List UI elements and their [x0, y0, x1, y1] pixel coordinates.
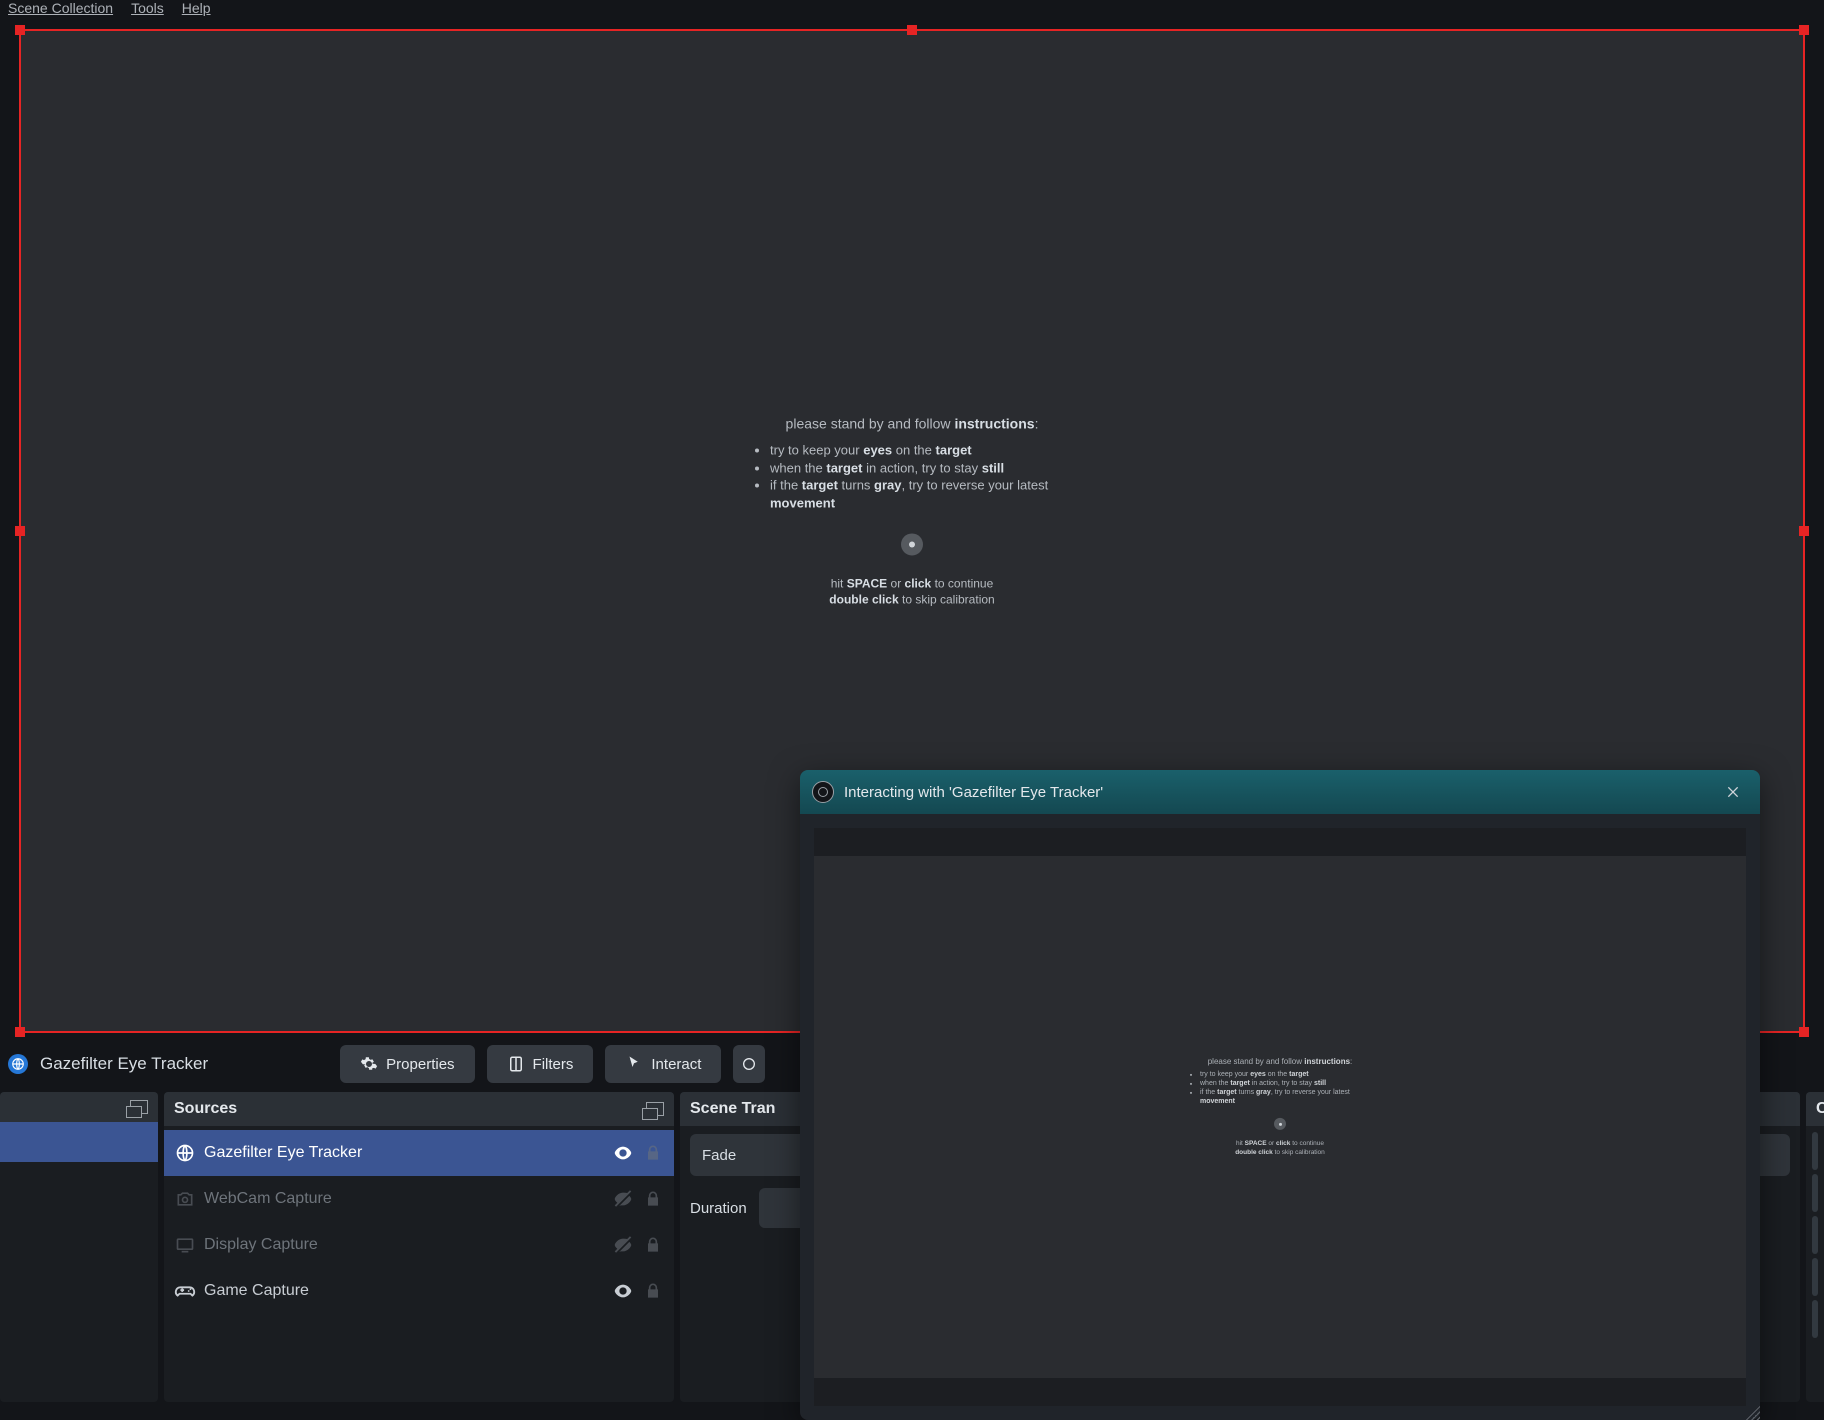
camera-icon	[174, 1188, 196, 1210]
control-button[interactable]	[1812, 1132, 1818, 1170]
text: please stand by and follow	[786, 415, 955, 431]
undock-icon[interactable]	[646, 1102, 664, 1116]
scenes-dock	[0, 1092, 158, 1402]
controls-title: Cont	[1816, 1100, 1824, 1118]
lock-toggle[interactable]	[642, 1142, 664, 1164]
filters-button[interactable]: Filters	[487, 1045, 594, 1083]
sources-dock: Sources Gazefilter Eye Tracker WebCam Cap…	[164, 1092, 674, 1402]
sources-list: Gazefilter Eye Tracker WebCam Capture Disp…	[164, 1126, 674, 1318]
resize-handle[interactable]	[15, 1027, 25, 1037]
obs-icon	[812, 781, 834, 803]
source-label: WebCam Capture	[204, 1190, 604, 1208]
resize-handle[interactable]	[1799, 1027, 1809, 1037]
duration-label: Duration	[690, 1200, 747, 1217]
menu-tools[interactable]: Tools	[131, 0, 164, 16]
visibility-toggle[interactable]	[612, 1280, 634, 1302]
calibration-instructions-mini: please stand by and follow instructions:…	[1190, 1057, 1370, 1157]
control-button[interactable]	[1812, 1216, 1818, 1254]
resize-handle[interactable]	[907, 25, 917, 35]
properties-button[interactable]: Properties	[340, 1045, 474, 1083]
source-row[interactable]: Display Capture	[164, 1222, 674, 1268]
scenes-header	[0, 1092, 158, 1122]
gear-icon	[360, 1055, 378, 1073]
scene-row[interactable]	[0, 1122, 158, 1162]
visibility-toggle[interactable]	[612, 1234, 634, 1256]
filters-icon	[507, 1055, 525, 1073]
control-button[interactable]	[1812, 1300, 1818, 1338]
controls-dock: Cont	[1806, 1092, 1824, 1402]
resize-handle[interactable]	[15, 526, 25, 536]
menu-scene-collection[interactable]: Scene Collection	[8, 0, 113, 16]
menu-help[interactable]: Help	[182, 0, 211, 16]
text: :	[1035, 415, 1039, 431]
globe-icon	[174, 1142, 196, 1164]
lock-toggle[interactable]	[642, 1280, 664, 1302]
interact-button[interactable]: Interact	[605, 1045, 721, 1083]
calibration-instructions: please stand by and follow instructions:…	[752, 415, 1072, 608]
control-button[interactable]	[1812, 1174, 1818, 1212]
text: instructions	[954, 415, 1034, 431]
globe-icon	[8, 1054, 28, 1074]
source-label: Display Capture	[204, 1236, 604, 1254]
source-row[interactable]: Gazefilter Eye Tracker	[164, 1130, 674, 1176]
calibration-target-dot	[901, 534, 923, 556]
source-label: Game Capture	[204, 1282, 604, 1300]
close-icon[interactable]	[1718, 777, 1748, 807]
undock-icon[interactable]	[130, 1100, 148, 1114]
interact-dialog[interactable]: Interacting with 'Gazefilter Eye Tracker…	[800, 770, 1760, 1420]
dialog-title-text: Interacting with 'Gazefilter Eye Tracker…	[844, 784, 1103, 801]
scene-transitions-title: Scene Tran	[690, 1100, 775, 1118]
control-button[interactable]	[1812, 1258, 1818, 1296]
dialog-body: please stand by and follow instructions:…	[800, 814, 1760, 1420]
resize-handle[interactable]	[1799, 526, 1809, 536]
resize-grip[interactable]	[1742, 1402, 1760, 1420]
sources-title: Sources	[174, 1100, 237, 1118]
visibility-toggle[interactable]	[612, 1142, 634, 1164]
extra-button[interactable]	[733, 1045, 765, 1083]
circle-icon	[741, 1055, 757, 1073]
interact-canvas[interactable]: please stand by and follow instructions:…	[814, 828, 1746, 1406]
lock-toggle[interactable]	[642, 1234, 664, 1256]
lock-toggle[interactable]	[642, 1188, 664, 1210]
selected-source-name: Gazefilter Eye Tracker	[40, 1054, 208, 1074]
source-row[interactable]: Game Capture	[164, 1268, 674, 1314]
gamepad-icon	[174, 1280, 196, 1302]
source-label: Gazefilter Eye Tracker	[204, 1144, 604, 1162]
resize-handle[interactable]	[15, 25, 25, 35]
source-row[interactable]: WebCam Capture	[164, 1176, 674, 1222]
dialog-titlebar[interactable]: Interacting with 'Gazefilter Eye Tracker…	[800, 770, 1760, 814]
visibility-toggle[interactable]	[612, 1188, 634, 1210]
pointer-icon	[625, 1055, 643, 1073]
calibration-target-dot	[1274, 1118, 1286, 1130]
resize-handle[interactable]	[1799, 25, 1809, 35]
menubar: Scene Collection Tools Help	[0, 0, 1824, 26]
screen-icon	[174, 1234, 196, 1256]
